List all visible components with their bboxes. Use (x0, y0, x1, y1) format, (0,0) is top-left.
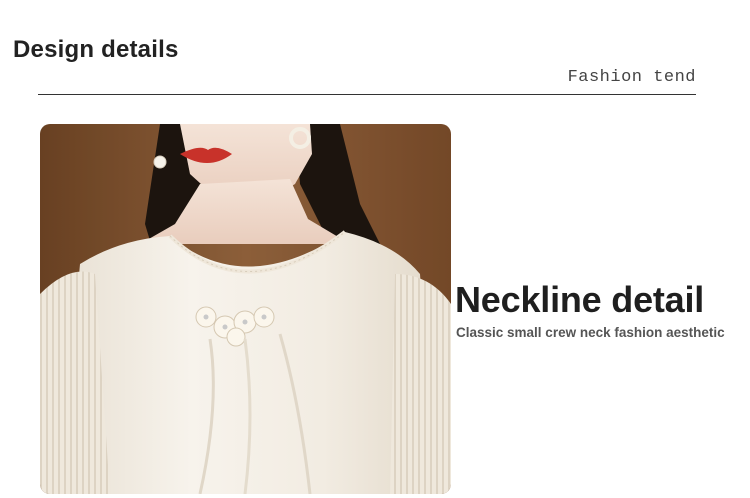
feature-description: Classic small crew neck fashion aestheti… (456, 325, 725, 340)
section-title: Design details (13, 36, 179, 63)
feature-headline: Neckline detail (455, 279, 705, 320)
title-divider (38, 94, 696, 95)
section-tag: Fashion tend (567, 68, 696, 87)
product-photo (40, 124, 451, 494)
